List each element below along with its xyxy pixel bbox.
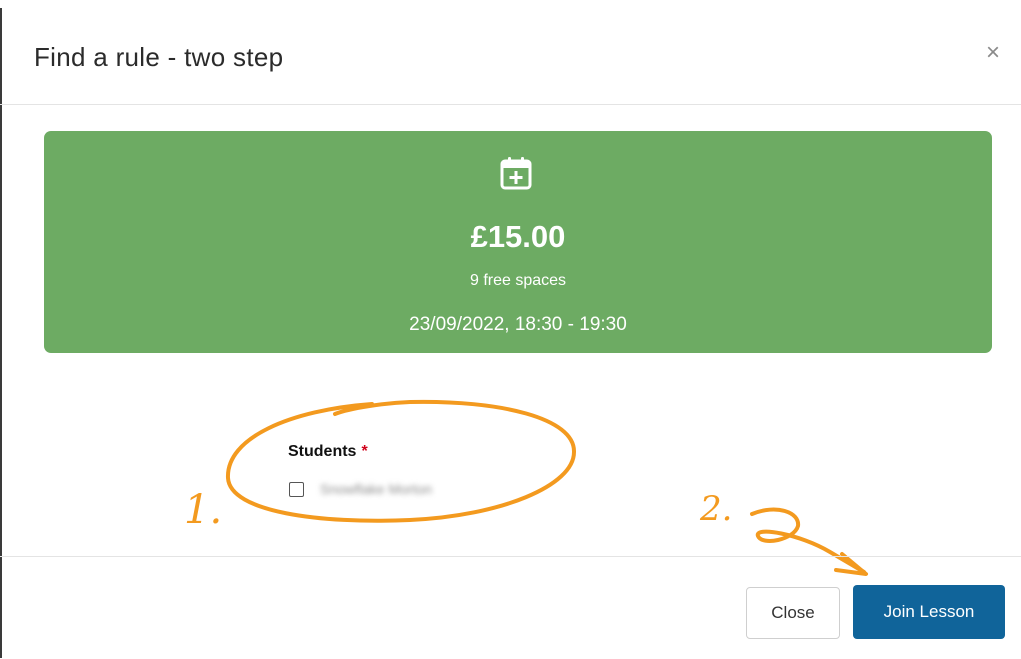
join-lesson-button[interactable]: Join Lesson xyxy=(853,585,1005,639)
step-1-label: 1. xyxy=(184,487,222,533)
modal-footer: Close Join Lesson xyxy=(0,556,1021,659)
step-2-label: 2. xyxy=(699,489,732,529)
close-button[interactable]: Close xyxy=(746,587,840,639)
circle-annotation xyxy=(225,399,577,523)
